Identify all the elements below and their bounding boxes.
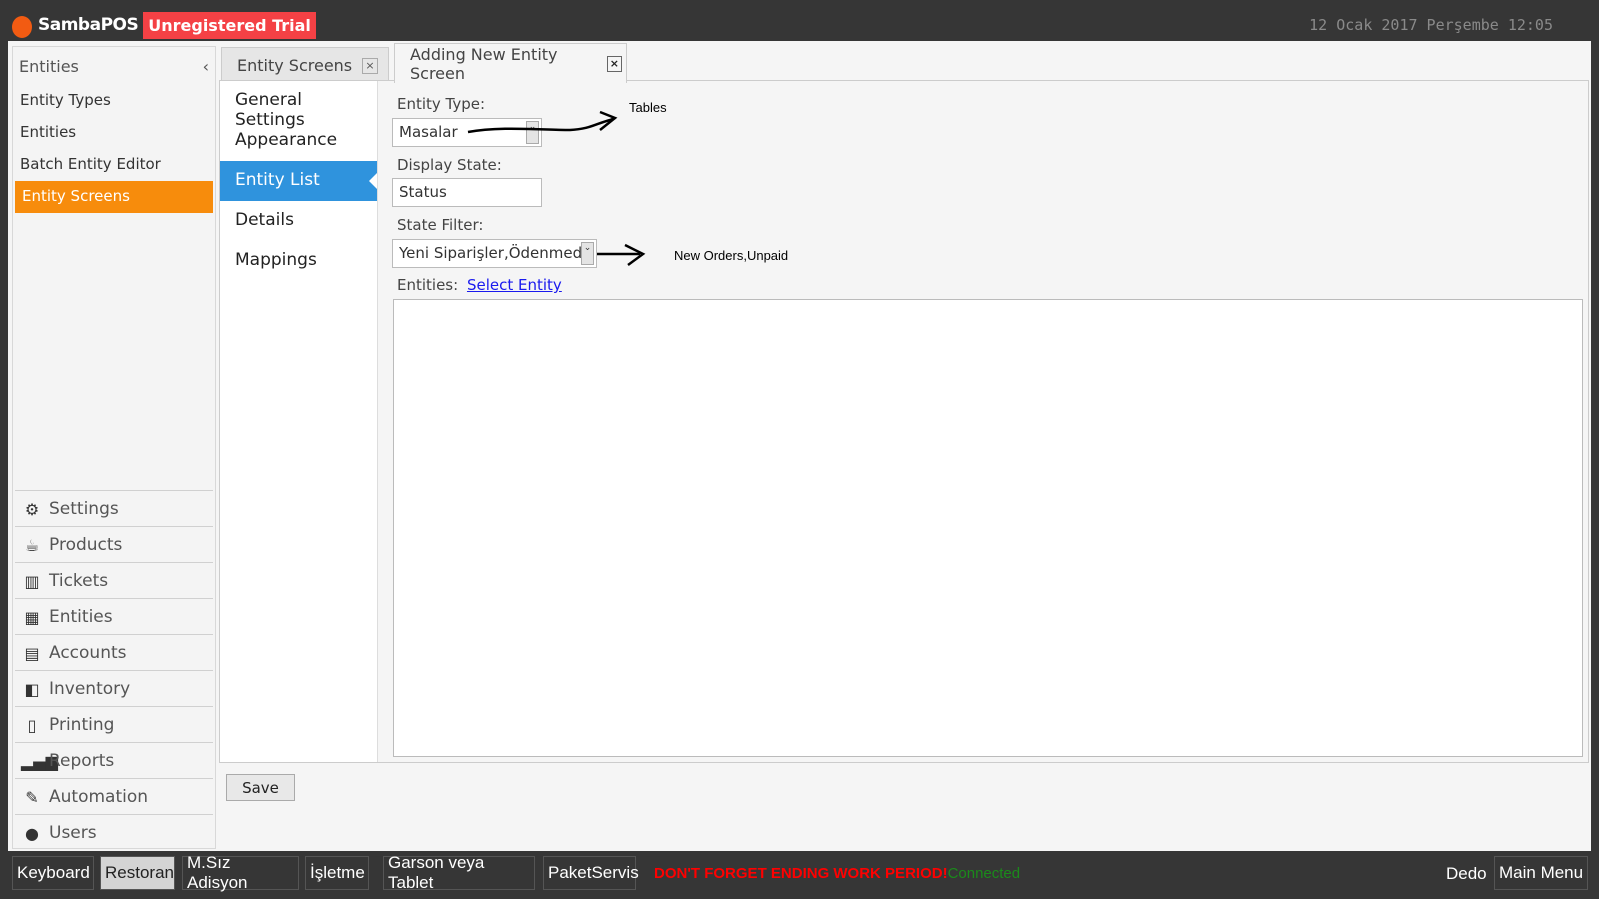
app-logo: SambaPOS Unregistered Trial [12, 10, 316, 40]
module-label: Inventory [49, 678, 131, 699]
bottom-button-1[interactable]: Restoran [100, 856, 175, 890]
nav-item-batch-entity-editor[interactable]: Batch Entity Editor [13, 149, 215, 181]
section-details[interactable]: Details [220, 201, 377, 241]
module-label: Automation [49, 786, 149, 807]
entities-label: Entities: [397, 276, 459, 294]
module-users[interactable]: ● Users [15, 814, 213, 850]
section-mappings[interactable]: Mappings [220, 241, 377, 281]
entities-icon: ▦ [24, 607, 40, 627]
module-label: Tickets [49, 570, 109, 591]
nav-item-entities[interactable]: Entities [13, 117, 215, 149]
bottom-button-5[interactable]: PaketServis [543, 856, 639, 890]
save-button[interactable]: Save [226, 774, 295, 801]
module-automation[interactable]: ✎ Automation [15, 778, 213, 814]
annotation-tables: Tables [629, 100, 667, 115]
sambapos-logo-icon [12, 16, 32, 38]
nav-item-entity-screens[interactable]: Entity Screens [15, 181, 213, 213]
module-label: Settings [49, 498, 119, 519]
module-reports[interactable]: ▂▄▆ Reports [15, 742, 213, 778]
nav-item-entity-types[interactable]: Entity Types [13, 85, 215, 117]
connection-status: Connected [947, 865, 1021, 882]
section-nav: General Settings Appearance Entity List … [220, 81, 378, 762]
trial-badge: Unregistered Trial [143, 11, 316, 39]
users-icon: ● [25, 823, 39, 843]
select-entity-link[interactable]: Select Entity [467, 276, 562, 294]
warning-text: DON'T FORGET ENDING WORK PERIOD! [654, 865, 948, 882]
tickets-icon: ▥ [24, 571, 40, 591]
module-tickets[interactable]: ▥ Tickets [15, 562, 213, 598]
tab-entity-screens[interactable]: Entity Screens × [221, 47, 389, 83]
module-inventory[interactable]: ◧ Inventory [15, 670, 213, 706]
nav-header: Entities ‹ [13, 47, 215, 85]
reports-icon: ▂▄▆ [21, 751, 58, 771]
brand-name: SambaPOS [38, 15, 139, 35]
entities-label-row: Entities: Select Entity [397, 276, 562, 294]
module-accounts[interactable]: ▤ Accounts [15, 634, 213, 670]
work-period-warning: DON'T FORGET ENDING WORK PERIOD!Connecte… [654, 865, 1020, 882]
close-icon[interactable]: × [362, 57, 378, 74]
current-user: Dedo [1446, 864, 1487, 883]
module-label: Accounts [49, 642, 127, 663]
left-nav: Entities ‹ Entity Types Entities Batch En… [12, 46, 216, 849]
inventory-icon: ◧ [24, 679, 40, 699]
bottom-button-3[interactable]: İşletme [305, 856, 369, 890]
tab-label: Entity Screens [237, 56, 353, 75]
module-label: Products [49, 534, 123, 555]
annotation-arrows [467, 110, 646, 267]
main-menu-button[interactable]: Main Menu [1494, 856, 1589, 890]
products-icon: ☕ [24, 535, 40, 555]
nav-title: Entities [19, 57, 79, 76]
section-general-settings[interactable]: General Settings [220, 81, 377, 130]
printing-icon: ▯ [27, 715, 37, 735]
module-label: Users [49, 822, 97, 843]
module-settings[interactable]: ⚙ Settings [15, 490, 213, 526]
tab-label: Adding New Entity Screen [410, 44, 558, 83]
module-entities[interactable]: ▦ Entities [15, 598, 213, 634]
section-appearance[interactable]: Appearance [220, 121, 377, 161]
accounts-icon: ▤ [24, 643, 40, 663]
module-printing[interactable]: ▯ Printing [15, 706, 213, 742]
bottom-button-2[interactable]: M.Sız Adisyon [182, 853, 299, 892]
entity-list-box[interactable] [393, 299, 1583, 757]
module-products[interactable]: ☕ Products [15, 526, 213, 562]
module-label: Entities [49, 606, 113, 627]
automation-icon: ✎ [25, 787, 39, 807]
section-entity-list[interactable]: Entity List [220, 161, 377, 201]
arrow-tables-icon [467, 116, 616, 134]
entity-type-value: Masalar [399, 123, 458, 141]
close-icon[interactable]: × [606, 55, 622, 72]
bottom-button-4[interactable]: Garson veya Tablet [383, 853, 535, 892]
tab-adding-new-entity-screen[interactable]: Adding New Entity Screen × [394, 43, 627, 83]
collapse-button[interactable]: ‹ [203, 57, 209, 76]
bottom-button-0[interactable]: Keyboard [12, 856, 94, 890]
settings-icon: ⚙ [24, 499, 40, 519]
module-label: Reports [49, 750, 115, 771]
module-label: Printing [49, 714, 115, 735]
annotation-new-orders: New Orders,Unpaid [674, 248, 789, 263]
datetime: 12 Ocak 2017 Perşembe 12:05 [1309, 16, 1553, 34]
